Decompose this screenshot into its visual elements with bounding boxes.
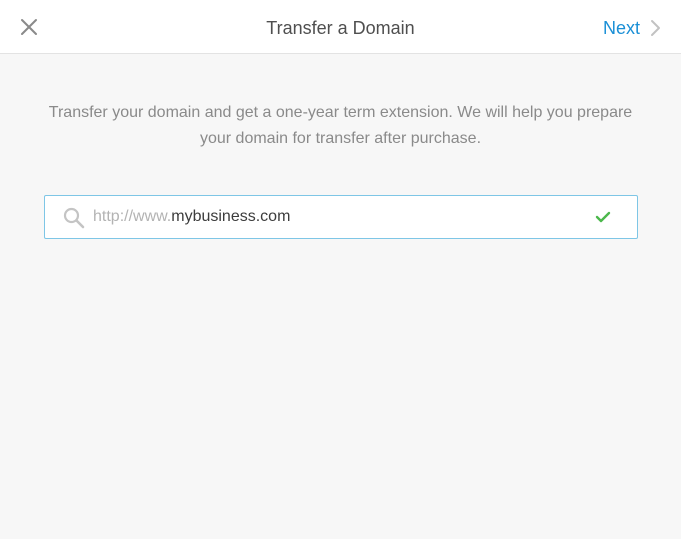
domain-search-field[interactable]: http://www.mybusiness.com <box>44 195 638 239</box>
search-icon <box>63 207 85 229</box>
checkmark-icon <box>595 211 611 223</box>
chevron-right-icon <box>651 20 660 36</box>
next-button-label: Next <box>602 18 640 38</box>
domain-value: mybusiness.com <box>171 208 291 225</box>
transfer-domain-dialog: Transfer a Domain Next Transfer your dom… <box>0 0 681 539</box>
domain-input[interactable]: http://www.mybusiness.com <box>93 196 290 238</box>
next-button[interactable]: Next <box>603 16 661 40</box>
dialog-title: Transfer a Domain <box>266 18 415 38</box>
transfer-description: Transfer your domain and get a one-year … <box>48 104 633 147</box>
url-prefix: http://www. <box>93 208 172 225</box>
dialog-header: Transfer a Domain Next <box>0 0 681 54</box>
